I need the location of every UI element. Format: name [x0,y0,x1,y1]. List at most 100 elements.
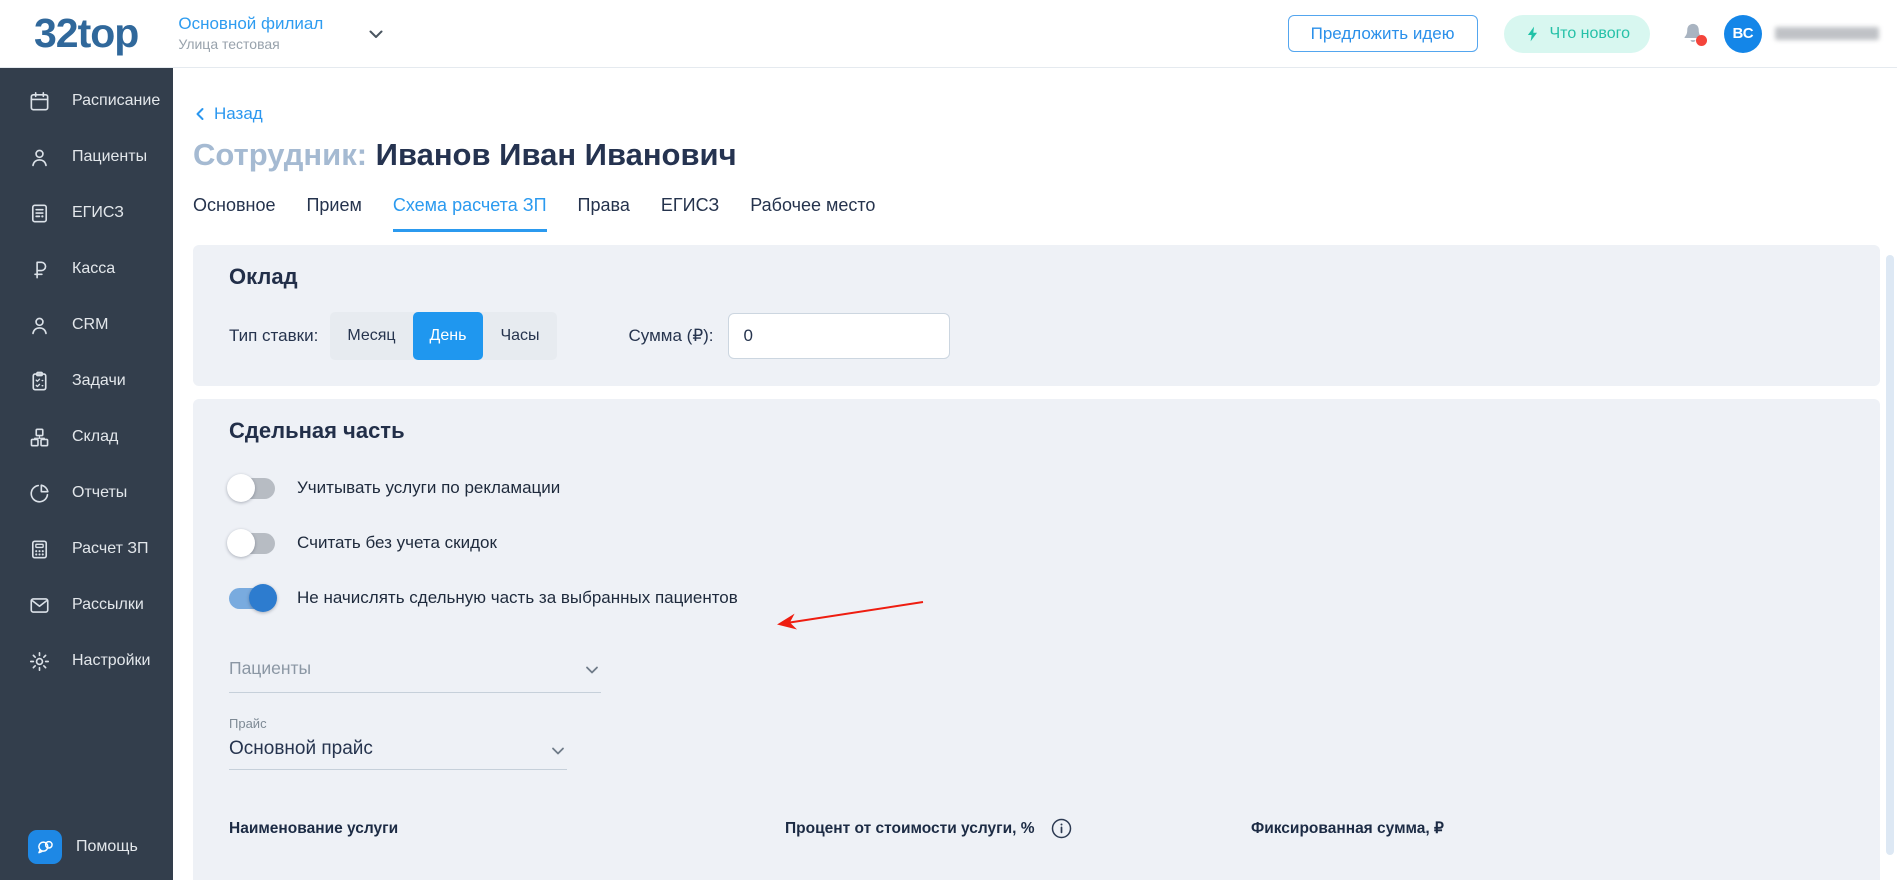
envelope-icon [28,594,51,617]
back-link[interactable]: Назад [193,104,263,124]
top-header: 32top Основной филиал Улица тестовая Пре… [0,0,1897,68]
toggle-row-reclamation: Учитывать услуги по рекламации [227,474,1850,502]
back-chevron-icon [193,106,207,122]
sidebar-item-payroll[interactable]: Расчет ЗП [0,521,173,577]
info-icon[interactable] [1051,818,1072,839]
page-title: Сотрудник: Иванов Иван Иванович [193,137,1880,173]
sidebar-item-egisz[interactable]: ЕГИСЗ [0,185,173,241]
rate-option-month[interactable]: Месяц [330,312,412,360]
notifications-bell-icon[interactable] [1680,21,1707,47]
column-service-name: Наименование услуги [229,819,399,837]
branch-name: Основной филиал [178,14,324,34]
no-discounts-toggle[interactable] [227,529,275,557]
toggle-row-no-discounts: Считать без учета скидок [227,529,1850,557]
sidebar-item-label: Отчеты [72,484,128,501]
salary-card: Оклад Тип ставки: Месяц День Часы Сумма … [193,245,1880,386]
user-name-redacted[interactable] [1775,27,1879,40]
calculator-icon [28,538,51,561]
column-percent: Процент от стоимости услуги, % [785,818,1251,839]
tab-salary-scheme[interactable]: Схема расчета ЗП [392,195,547,232]
sidebar-item-label: Расчет ЗП [72,540,149,557]
sidebar-item-label: Касса [72,260,116,277]
user-avatar[interactable]: ВС [1724,14,1762,53]
sidebar-item-label: Настройки [72,652,151,669]
sidebar-item-label: CRM [72,316,109,333]
notification-badge [1696,34,1707,46]
tab-egisz[interactable]: ЕГИСЗ [661,195,719,232]
sidebar-item-help[interactable]: Помощь [28,830,138,864]
toggle-label: Не начислять сдельную часть за выбранных… [297,588,738,607]
piecework-card: Сдельная часть Учитывать услуги по рекла… [193,399,1880,880]
toggle-row-exclude-patients: Не начислять сдельную часть за выбранных… [229,584,1850,612]
patients-select[interactable]: Пациенты [229,658,601,693]
salary-card-title: Оклад [229,264,298,289]
lightning-bolt-icon [1524,25,1542,43]
sidebar-item-schedule[interactable]: Расписание [0,73,173,129]
employee-tabs: Основное Прием Схема расчета ЗП Права ЕГ… [193,195,1880,232]
employee-name: Иванов Иван Иванович [375,137,737,172]
tab-appointment[interactable]: Прием [306,195,361,232]
rate-type-segmented-control: Месяц День Часы [330,312,557,360]
branch-selector[interactable]: Основной филиал Улица тестовая [178,13,323,54]
pie-chart-icon [28,482,51,505]
brand-logo[interactable]: 32top [34,10,139,57]
sidebar-item-warehouse[interactable]: Склад [0,409,173,465]
app-window: 32top Основной филиал Улица тестовая Пре… [0,0,1897,880]
piecework-card-title: Сдельная часть [229,418,405,443]
rate-type-label: Тип ставки: [229,326,319,345]
sidebar-item-reports[interactable]: Отчеты [0,465,173,521]
toggle-label: Считать без учета скидок [297,533,497,552]
reclamation-toggle[interactable] [227,474,275,502]
document-icon [28,202,51,225]
ruble-icon [28,258,51,281]
sidebar-item-patients[interactable]: Пациенты [0,129,173,185]
back-label: Назад [214,104,263,123]
suggest-idea-button[interactable]: Предложить идею [1287,15,1478,52]
branch-address: Улица тестовая [178,36,280,53]
sidebar-item-label: Задачи [72,372,126,389]
chevron-down-icon [583,661,601,679]
chevron-down-icon [549,742,567,760]
column-fixed-sum: Фиксированная сумма, ₽ [1251,820,1444,837]
tab-main[interactable]: Основное [193,195,275,232]
rate-option-hours[interactable]: Часы [483,312,556,360]
help-label: Помощь [76,838,138,855]
tab-rights[interactable]: Права [578,195,630,232]
sidebar-item-mailings[interactable]: Рассылки [0,577,173,633]
price-select-value: Основной прайс [229,738,373,759]
sidebar-item-label: Расписание [72,92,161,109]
tab-workplace[interactable]: Рабочее место [750,195,875,232]
whats-new-label: Что нового [1549,24,1631,42]
exclude-patients-toggle[interactable] [229,584,277,612]
gear-icon [28,650,51,673]
main-content: Назад Сотрудник: Иванов Иван Иванович Ос… [173,68,1897,880]
patients-select-placeholder: Пациенты [229,658,312,678]
price-select-label: Прайс [229,716,267,731]
clipboard-icon [28,370,51,393]
whats-new-button[interactable]: Что нового [1503,14,1650,53]
employee-title-prefix: Сотрудник: [193,137,368,172]
services-table-header: Наименование услуги Процент от стоимости… [229,818,1850,839]
rate-option-day[interactable]: День [412,312,484,360]
boxes-icon [28,426,51,449]
sidebar-item-label: Пациенты [72,148,148,165]
patient-icon [28,146,51,169]
sidebar-item-cashdesk[interactable]: Касса [0,241,173,297]
branch-chevron-down-icon[interactable] [365,23,387,45]
person-icon [28,314,51,337]
price-select-group: Прайс Основной прайс [229,716,1850,770]
sidebar-item-label: Склад [72,428,119,445]
sidebar-item-tasks[interactable]: Задачи [0,353,173,409]
sidebar-item-settings[interactable]: Настройки [0,633,173,689]
sidebar-item-label: Рассылки [72,596,144,613]
toggle-label: Учитывать услуги по рекламации [297,478,561,497]
help-chat-icon [28,830,62,864]
sidebar-nav: Расписание Пациенты ЕГИСЗ Касса CRM Зада… [0,68,173,880]
price-select[interactable]: Основной прайс [229,738,567,770]
sidebar-item-crm[interactable]: CRM [0,297,173,353]
sum-input[interactable] [727,313,950,359]
sum-label: Сумма (₽): [628,326,714,345]
vertical-scrollbar[interactable] [1886,255,1894,855]
calendar-icon [28,90,51,113]
sidebar-item-label: ЕГИСЗ [72,204,124,221]
